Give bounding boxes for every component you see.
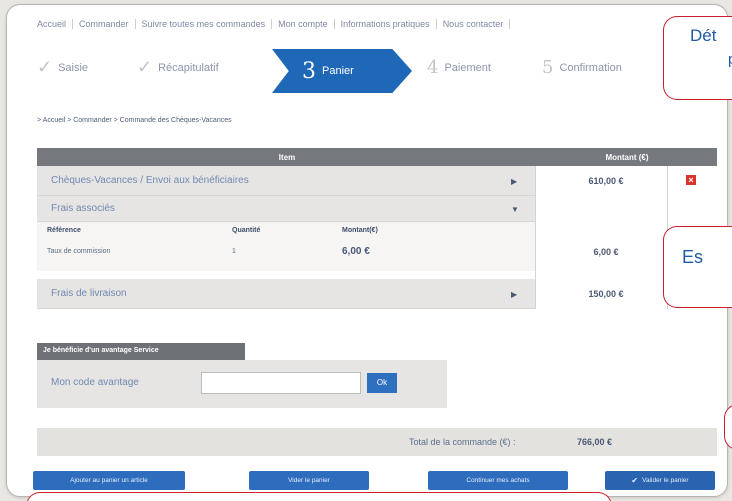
fee-reference: Taux de commission <box>47 248 111 255</box>
table-header: Item Montant (€) <box>37 148 717 166</box>
fee-amount: 6,00 € <box>342 246 370 257</box>
nav-accueil[interactable]: Accueil <box>31 19 74 29</box>
fee-quantity: 1 <box>232 248 236 255</box>
browser-frame: Accueil Commander Suivre toutes mes comm… <box>6 4 728 497</box>
expand-arrow-icon[interactable]: ▶ <box>511 290 517 299</box>
step-panier: 3 Panier <box>272 49 412 93</box>
step-label: Paiement <box>444 61 491 74</box>
table-row: Frais associés ▼ <box>37 196 717 222</box>
step-saisie: ✓ Saisie <box>37 57 88 78</box>
step-label: Confirmation <box>559 61 622 74</box>
nav-informations[interactable]: Informations pratiques <box>335 19 437 29</box>
subtable-row: Taux de commission 1 6,00 € <box>37 234 535 257</box>
step-confirmation: 5 Confirmation <box>542 57 622 78</box>
breadcrumb: > Accueil > Commander > Commande des Chè… <box>37 117 232 124</box>
step-number: 4 <box>427 57 439 78</box>
nav-contact[interactable]: Nous contacter <box>437 19 511 29</box>
step-label: Saisie <box>58 61 89 74</box>
nav-mon-compte[interactable]: Mon compte <box>272 19 335 29</box>
total-label: Total de la commande (€) : <box>409 437 516 447</box>
header-item: Item <box>278 152 296 162</box>
validate-cart-button[interactable]: ✔ Valider le panier <box>605 471 715 490</box>
row-amount: 6,00 € <box>593 247 619 257</box>
callout-small <box>724 404 732 450</box>
subheader-reference: Référence <box>47 227 81 234</box>
avantage-ok-button[interactable]: Ok <box>367 373 397 393</box>
subheader-quantity: Quantité <box>232 227 261 234</box>
step-recapitulatif: ✓ Récapitulatif <box>137 57 219 78</box>
avantage-title: Je bénéficie d'un avantage Service <box>37 343 245 360</box>
fees-subtable: Référence Quantité Montant(€) Taux de co… <box>37 222 535 271</box>
row-amount: 150,00 € <box>588 289 624 299</box>
callout-text: Es <box>682 247 704 267</box>
step-number: 5 <box>542 57 554 78</box>
expand-arrow-icon[interactable]: ▶ <box>511 177 517 186</box>
step-number: 3 <box>302 58 316 84</box>
step-label: Panier <box>322 65 354 77</box>
empty-cart-button[interactable]: Vider le panier <box>249 471 369 490</box>
step-label: Récapitulatif <box>158 61 219 74</box>
row-label[interactable]: Chèques-Vacances / Envoi aux bénéficiair… <box>37 166 535 196</box>
collapse-arrow-icon[interactable]: ▼ <box>511 205 519 214</box>
avantage-label: Mon code avantage <box>51 377 139 388</box>
step-check-icon: ✓ <box>137 57 153 78</box>
subheader-amount: Montant(€) <box>342 227 378 234</box>
table-row: Chèques-Vacances / Envoi aux bénéficiair… <box>37 166 717 196</box>
total-value: 766,00 € <box>577 437 613 447</box>
continue-shopping-button[interactable]: Continuer mes achats <box>428 471 568 490</box>
step-paiement: 4 Paiement <box>427 57 491 78</box>
callout-text: Dét <box>690 26 717 45</box>
nav-commander[interactable]: Commander <box>73 19 136 29</box>
cart-table: Item Montant (€) Chèques-Vacances / Envo… <box>37 148 717 346</box>
callout-bottom <box>26 492 612 501</box>
add-article-button[interactable]: Ajouter au panier un article <box>33 471 185 490</box>
step-check-icon: ✓ <box>37 57 53 78</box>
header-amount: Montant (€) <box>605 152 649 162</box>
validate-cart-label: Valider le panier <box>642 477 689 484</box>
avantage-code-input[interactable] <box>201 372 361 394</box>
order-steps: ✓ Saisie ✓ Récapitulatif 3 Panier 4 Paie… <box>27 49 727 93</box>
table-row: Frais de livraison ▶ 150,00 € <box>37 279 717 309</box>
subtable-header: Référence Quantité Montant(€) <box>37 222 535 234</box>
column-divider <box>535 166 536 309</box>
avantage-box: Mon code avantage Ok <box>37 360 447 408</box>
row-label[interactable]: Frais associés <box>37 196 535 222</box>
order-total: Total de la commande (€) : 766,00 € <box>37 428 717 456</box>
callout-text: p <box>728 51 732 68</box>
check-icon: ✔ <box>631 476 639 485</box>
callout-top: Dét p <box>663 16 732 100</box>
row-label[interactable]: Frais de livraison <box>37 279 535 309</box>
row-amount: 610,00 € <box>588 176 624 186</box>
callout-middle: Es <box>663 226 732 308</box>
top-navigation: Accueil Commander Suivre toutes mes comm… <box>31 13 511 35</box>
nav-suivre-commandes[interactable]: Suivre toutes mes commandes <box>136 19 273 29</box>
close-icon[interactable]: × <box>686 175 696 185</box>
